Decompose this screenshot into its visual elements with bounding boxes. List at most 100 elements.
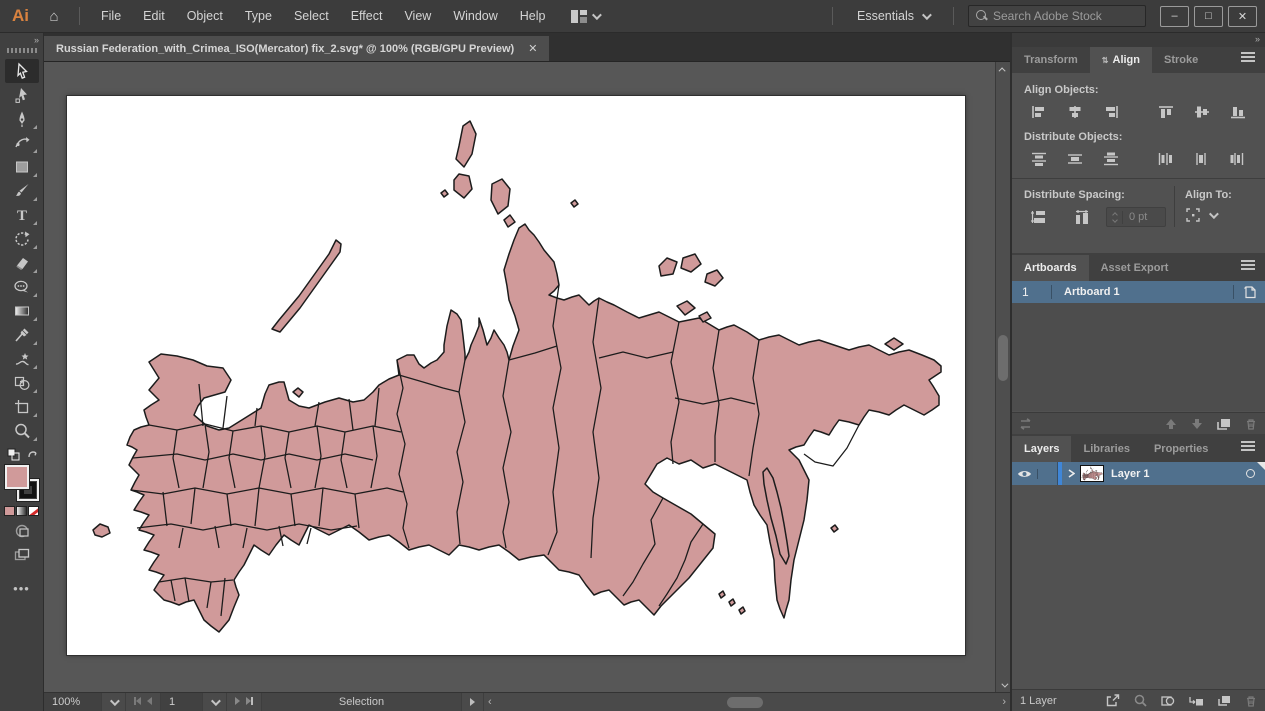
vertical-scrollbar[interactable] bbox=[995, 62, 1010, 692]
artboard-tool[interactable] bbox=[5, 395, 39, 419]
menu-object[interactable]: Object bbox=[176, 9, 234, 23]
rearrange-artboards-icon[interactable] bbox=[1020, 418, 1036, 430]
artboard-dropdown-button[interactable] bbox=[203, 693, 227, 711]
distribute-top-button[interactable] bbox=[1024, 149, 1054, 169]
workspace-switcher[interactable]: Essentials bbox=[843, 9, 943, 23]
distribute-horizontal-center-button[interactable] bbox=[1187, 149, 1217, 169]
screen-mode-button[interactable] bbox=[5, 543, 39, 567]
layer-thumbnail[interactable] bbox=[1080, 465, 1104, 482]
pen-tool[interactable] bbox=[5, 107, 39, 131]
scroll-down-icon[interactable] bbox=[1001, 678, 1006, 692]
zoom-dropdown-button[interactable] bbox=[102, 693, 126, 711]
distribute-left-button[interactable] bbox=[1151, 149, 1181, 169]
align-vertical-center-button[interactable] bbox=[1187, 102, 1217, 122]
illustrator-logo[interactable]: Ai bbox=[0, 6, 39, 26]
previous-artboard-button[interactable] bbox=[147, 696, 152, 708]
menu-view[interactable]: View bbox=[393, 9, 442, 23]
tab-properties[interactable]: Properties bbox=[1142, 436, 1220, 462]
home-icon[interactable]: ⌂ bbox=[39, 8, 69, 25]
lock-toggle-cell[interactable] bbox=[1038, 462, 1058, 485]
tab-artboards[interactable]: Artboards bbox=[1012, 255, 1089, 281]
adobe-stock-search-input[interactable]: Search Adobe Stock bbox=[968, 5, 1146, 27]
vertical-scroll-thumb[interactable] bbox=[998, 335, 1008, 381]
fill-stroke-mini-controls[interactable] bbox=[5, 447, 39, 463]
layers-list-empty-area[interactable] bbox=[1012, 485, 1265, 689]
collapse-toolbar-icon[interactable]: » bbox=[34, 35, 38, 45]
align-to-dropdown[interactable] bbox=[1185, 207, 1253, 223]
new-layer-icon[interactable] bbox=[1218, 695, 1231, 706]
distribute-spacing-stepper[interactable]: 0 pt bbox=[1106, 207, 1166, 227]
collect-for-export-icon[interactable] bbox=[1106, 694, 1120, 707]
none-swatch-button[interactable] bbox=[28, 506, 39, 516]
fill-stroke-indicator[interactable] bbox=[3, 465, 41, 501]
collapse-dock-icon[interactable]: » bbox=[1255, 34, 1259, 44]
visibility-eye-icon[interactable] bbox=[1012, 469, 1038, 479]
scroll-right-icon[interactable]: › bbox=[1002, 696, 1006, 708]
stepper-arrows-icon[interactable] bbox=[1107, 211, 1123, 224]
artboard-number-field[interactable]: 1 bbox=[161, 693, 203, 711]
minimize-button[interactable]: – bbox=[1160, 6, 1189, 27]
paintbrush-tool[interactable] bbox=[5, 179, 39, 203]
artboard-1[interactable] bbox=[67, 96, 965, 655]
close-tab-icon[interactable]: ✕ bbox=[528, 42, 537, 55]
status-expand-button[interactable] bbox=[462, 693, 484, 711]
artboard-row[interactable]: 1 Artboard 1 bbox=[1012, 281, 1265, 303]
rectangle-tool[interactable] bbox=[5, 155, 39, 179]
vertical-scroll-track[interactable] bbox=[996, 76, 1010, 678]
align-top-button[interactable] bbox=[1151, 102, 1181, 122]
shaper-tool[interactable] bbox=[5, 275, 39, 299]
selection-tool[interactable] bbox=[5, 59, 39, 83]
tab-libraries[interactable]: Libraries bbox=[1071, 436, 1141, 462]
artboard-name[interactable]: Artboard 1 bbox=[1052, 286, 1233, 298]
menu-edit[interactable]: Edit bbox=[132, 9, 176, 23]
horizontal-distribute-space-button[interactable] bbox=[1068, 207, 1098, 227]
align-horizontal-center-button[interactable] bbox=[1060, 102, 1090, 122]
distribute-bottom-button[interactable] bbox=[1096, 149, 1126, 169]
scroll-left-icon[interactable]: ‹ bbox=[488, 696, 492, 708]
align-right-button[interactable] bbox=[1096, 102, 1126, 122]
layer-name[interactable]: Layer 1 bbox=[1111, 468, 1235, 480]
canvas-pasteboard[interactable] bbox=[44, 62, 995, 692]
curvature-tool[interactable] bbox=[5, 131, 39, 155]
arrange-documents-button[interactable] bbox=[571, 10, 599, 23]
first-artboard-button[interactable] bbox=[134, 696, 141, 708]
zoom-tool[interactable] bbox=[5, 419, 39, 443]
menu-type[interactable]: Type bbox=[234, 9, 283, 23]
drawing-modes-button[interactable] bbox=[5, 519, 39, 543]
horizontal-scroll-thumb[interactable] bbox=[727, 697, 763, 708]
tab-layers[interactable]: Layers bbox=[1012, 436, 1071, 462]
eyedropper-tool[interactable] bbox=[5, 323, 39, 347]
menu-file[interactable]: File bbox=[90, 9, 132, 23]
horizontal-scrollbar[interactable]: ‹ › bbox=[484, 693, 1010, 711]
symbol-sprayer-tool[interactable] bbox=[5, 347, 39, 371]
russia-map-object[interactable] bbox=[67, 96, 965, 655]
move-artboard-down-icon[interactable] bbox=[1191, 418, 1203, 430]
toolbar-grip[interactable] bbox=[7, 48, 37, 53]
layer-row[interactable]: Layer 1 bbox=[1012, 462, 1265, 485]
make-clipping-mask-icon[interactable] bbox=[1161, 695, 1175, 707]
next-artboard-button[interactable] bbox=[235, 696, 240, 708]
new-artboard-icon[interactable] bbox=[1217, 418, 1231, 430]
color-swatch-button[interactable] bbox=[4, 506, 15, 516]
panel-menu-button[interactable] bbox=[1241, 49, 1265, 73]
delete-layer-icon[interactable] bbox=[1245, 695, 1257, 707]
menu-help[interactable]: Help bbox=[509, 9, 557, 23]
type-tool[interactable]: T bbox=[5, 203, 39, 227]
last-artboard-button[interactable] bbox=[246, 696, 253, 708]
expand-layer-chevron[interactable] bbox=[1062, 469, 1080, 478]
gradient-tool[interactable] bbox=[5, 299, 39, 323]
horizontal-scroll-track[interactable] bbox=[496, 696, 999, 709]
gradient-swatch-button[interactable] bbox=[16, 506, 27, 516]
menu-select[interactable]: Select bbox=[283, 9, 340, 23]
menu-window[interactable]: Window bbox=[442, 9, 508, 23]
zoom-level-field[interactable]: 100% bbox=[44, 693, 102, 711]
vertical-distribute-space-button[interactable] bbox=[1024, 207, 1054, 227]
close-button[interactable]: ✕ bbox=[1228, 6, 1257, 27]
edit-toolbar-button[interactable]: ••• bbox=[13, 581, 30, 596]
move-artboard-up-icon[interactable] bbox=[1165, 418, 1177, 430]
scroll-up-icon[interactable] bbox=[1001, 62, 1006, 76]
distribute-vertical-center-button[interactable] bbox=[1060, 149, 1090, 169]
panel-menu-button[interactable] bbox=[1241, 438, 1265, 462]
tab-stroke[interactable]: Stroke bbox=[1152, 47, 1210, 73]
rotate-tool[interactable] bbox=[5, 227, 39, 251]
